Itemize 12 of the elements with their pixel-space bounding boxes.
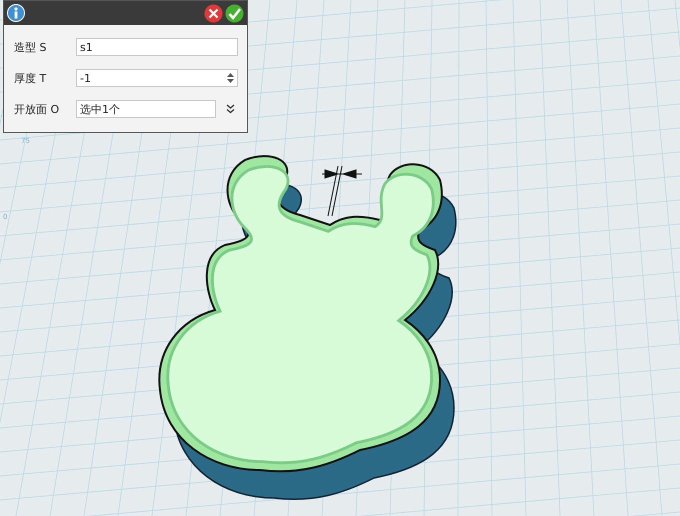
field-label: 厚度 T — [14, 70, 48, 86]
confirm-button[interactable] — [225, 4, 244, 22]
double-chevron-icon[interactable] — [226, 104, 235, 114]
spinner-field[interactable]: -1 — [76, 69, 238, 87]
selection-field[interactable]: 选中1个 — [76, 100, 216, 118]
cancel-button[interactable] — [204, 4, 223, 22]
spinner-arrows-icon[interactable] — [227, 73, 234, 83]
dimension-arrow-drawing — [322, 166, 362, 216]
field-label: 开放面 O — [14, 102, 60, 116]
input-field[interactable]: s1 — [76, 38, 238, 56]
info-icon[interactable] — [7, 4, 25, 22]
field-label: 造型 S — [14, 40, 48, 54]
